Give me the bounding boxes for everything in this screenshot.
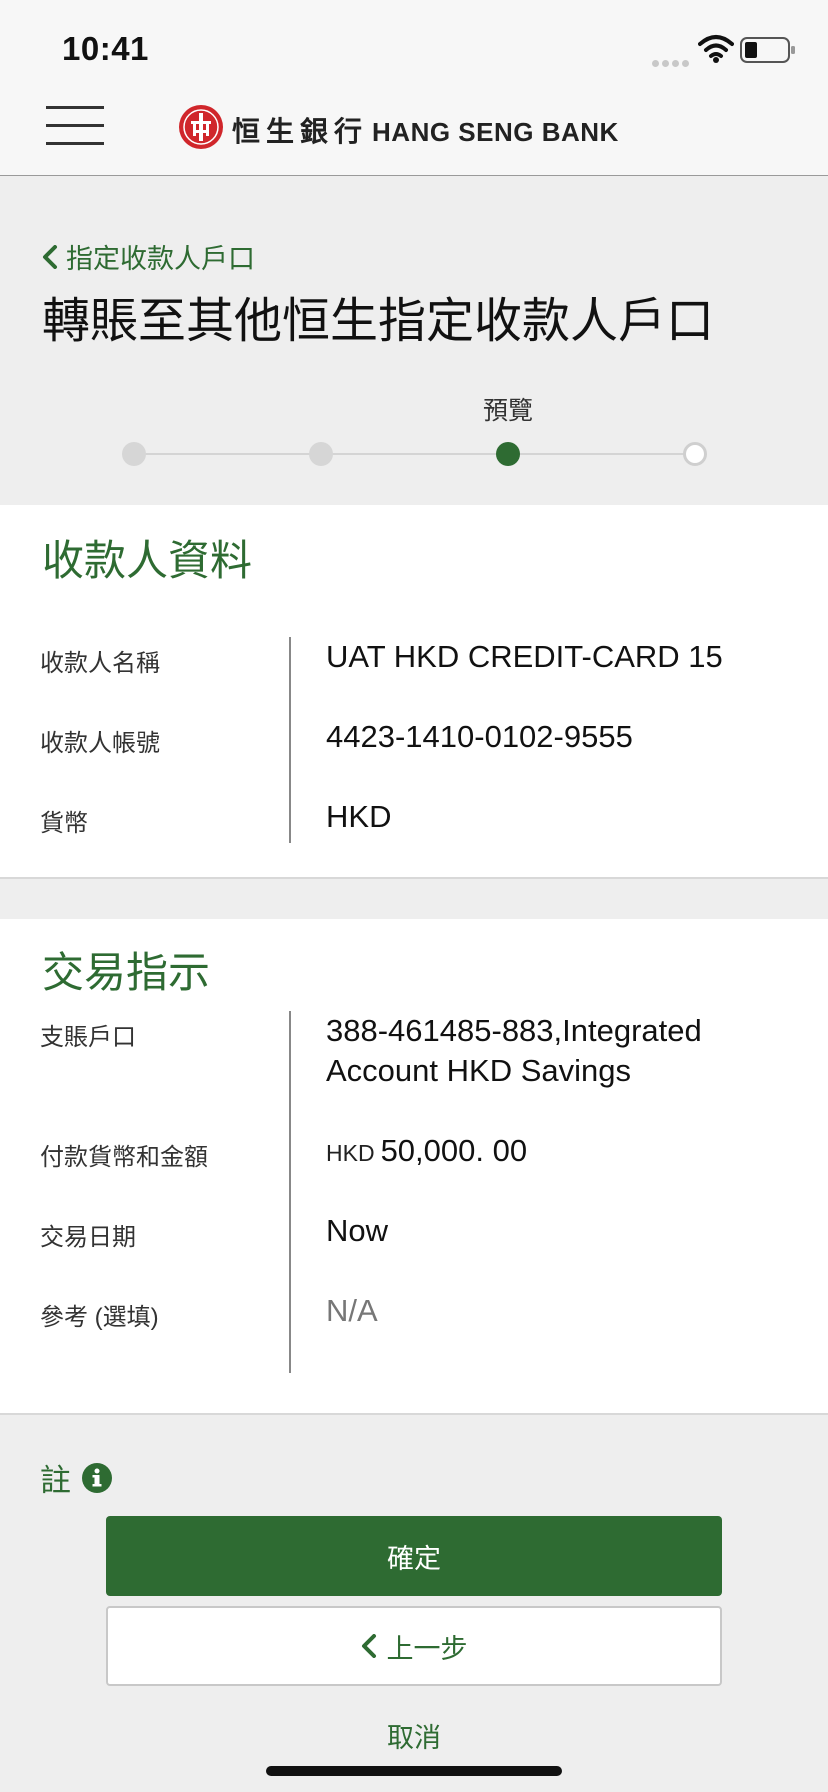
payee-name-label: 收款人名稱 <box>40 650 160 677</box>
app-header: 恒生銀行 HANG SENG BANK <box>0 88 828 176</box>
back-to-payee-accounts-link[interactable]: 指定收款人戶口 <box>42 237 255 276</box>
info-icon[interactable] <box>81 1462 113 1494</box>
wifi-icon <box>698 35 734 63</box>
debit-account-label: 支賬戶口 <box>40 1024 136 1051</box>
previous-step-label: 上一步 <box>386 1633 468 1665</box>
transaction-date-label: 交易日期 <box>40 1224 136 1251</box>
payee-divider <box>289 637 291 843</box>
back-link-label: 指定收款人戶口 <box>66 244 255 274</box>
current-step-label: 預覽 <box>482 397 533 425</box>
payee-name-value: UAT HKD CREDIT-CARD 15 <box>326 639 723 674</box>
stepper-track <box>134 453 694 455</box>
bank-name-zh: 恒生銀行 <box>232 115 369 148</box>
page-title: 轉賬至其他恒生指定收款人戶口 <box>42 295 715 348</box>
status-bar: 10:41 <box>0 0 828 88</box>
step-1-dot <box>122 442 146 466</box>
amount-number: 50,000. 00 <box>380 1133 528 1168</box>
transaction-instruction-card: 交易指示 支賬戶口 388-461485-883,Integrated Acco… <box>0 919 828 1415</box>
battery-icon <box>740 37 795 63</box>
debit-account-line2: Account HKD Savings <box>326 1053 631 1088</box>
status-time: 10:41 <box>62 30 149 67</box>
bank-name-en: HANG SENG BANK <box>372 117 619 147</box>
previous-step-button[interactable]: 上一步 <box>106 1606 722 1686</box>
debit-account-value: 388-461485-883,Integrated Account HKD Sa… <box>326 1011 796 1091</box>
instruction-section-title: 交易指示 <box>42 949 211 996</box>
chevron-left-icon <box>43 244 57 269</box>
amount-value: HKD 50,000. 00 <box>326 1131 796 1173</box>
debit-account-line1: 388-461485-883,Integrated <box>326 1013 702 1048</box>
payee-currency-value: HKD <box>326 799 392 834</box>
payee-account-value: 4423-1410-0102-9555 <box>326 719 633 754</box>
transaction-date-value: Now <box>326 1213 389 1248</box>
note-section: 註 <box>40 1455 113 1500</box>
step-4-dot <box>683 442 707 466</box>
reference-value: N/A <box>326 1293 378 1328</box>
payee-currency-label: 貨幣 <box>40 810 88 837</box>
confirm-button[interactable]: 確定 <box>106 1516 722 1596</box>
chevron-left-icon <box>361 1634 376 1658</box>
bank-name: 恒生銀行 HANG SENG BANK <box>232 110 619 150</box>
payee-section-title: 收款人資料 <box>42 537 253 584</box>
reference-label: 參考 (選填) <box>40 1304 159 1331</box>
amount-currency: HKD <box>326 1140 375 1166</box>
step-2-dot <box>309 442 333 466</box>
title-area: 指定收款人戶口 轉賬至其他恒生指定收款人戶口 預覽 <box>0 177 828 505</box>
hamburger-menu-icon[interactable] <box>46 106 106 146</box>
note-label: 註 <box>40 1463 71 1498</box>
cancel-link[interactable]: 取消 <box>364 1716 464 1755</box>
hang-seng-logo-icon <box>179 105 223 149</box>
home-indicator <box>266 1766 562 1776</box>
payee-account-label: 收款人帳號 <box>40 730 160 757</box>
amount-label: 付款貨幣和金額 <box>40 1144 208 1171</box>
instruction-divider <box>289 1011 291 1373</box>
step-3-dot <box>496 442 520 466</box>
payee-info-card: 收款人資料 收款人名稱 UAT HKD CREDIT-CARD 15 收款人帳號… <box>0 505 828 879</box>
cellular-signal-icon <box>652 54 692 67</box>
transfer-preview-screen: 10:41 恒生銀行 HANG SENG BANK 指定收款人戶口 轉賬至其他恒… <box>0 0 828 1792</box>
